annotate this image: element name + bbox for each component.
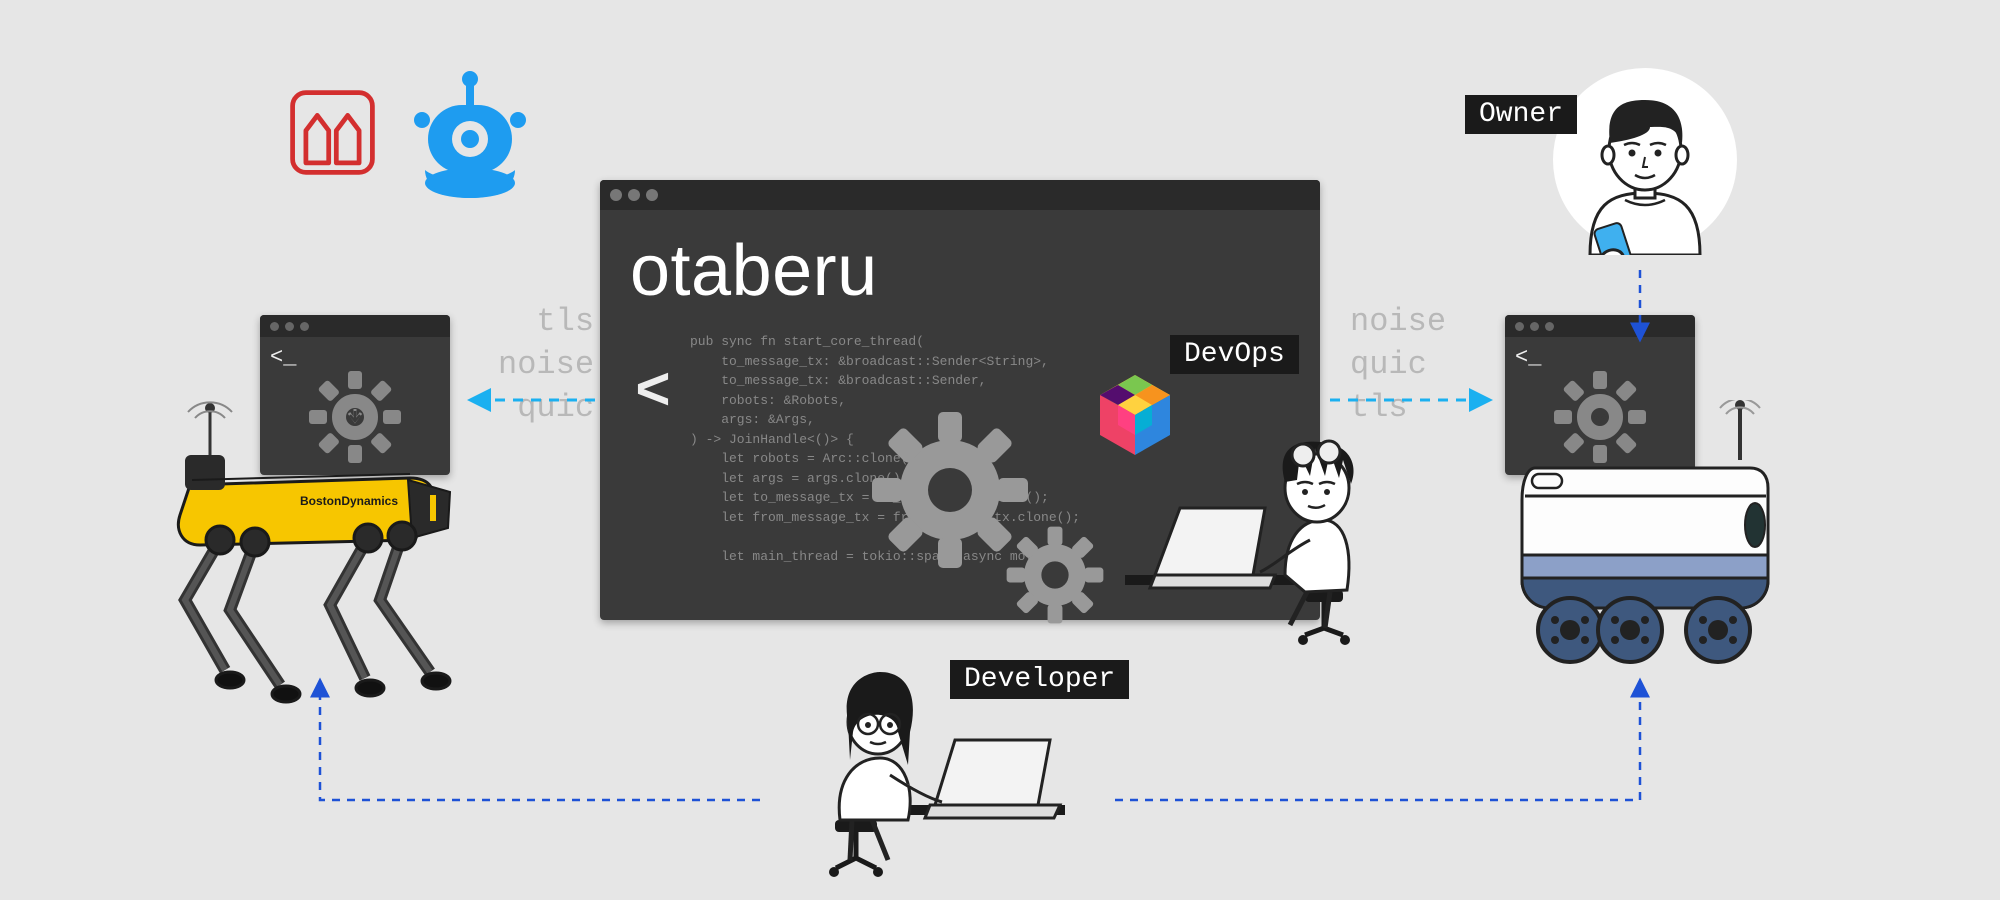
developer-character [780, 660, 1100, 895]
robot-dog: BostonDynamics [130, 400, 490, 725]
delivery-robot [1500, 400, 1800, 685]
svg-text:BostonDynamics: BostonDynamics [300, 494, 398, 508]
devops-character [1125, 400, 1385, 665]
